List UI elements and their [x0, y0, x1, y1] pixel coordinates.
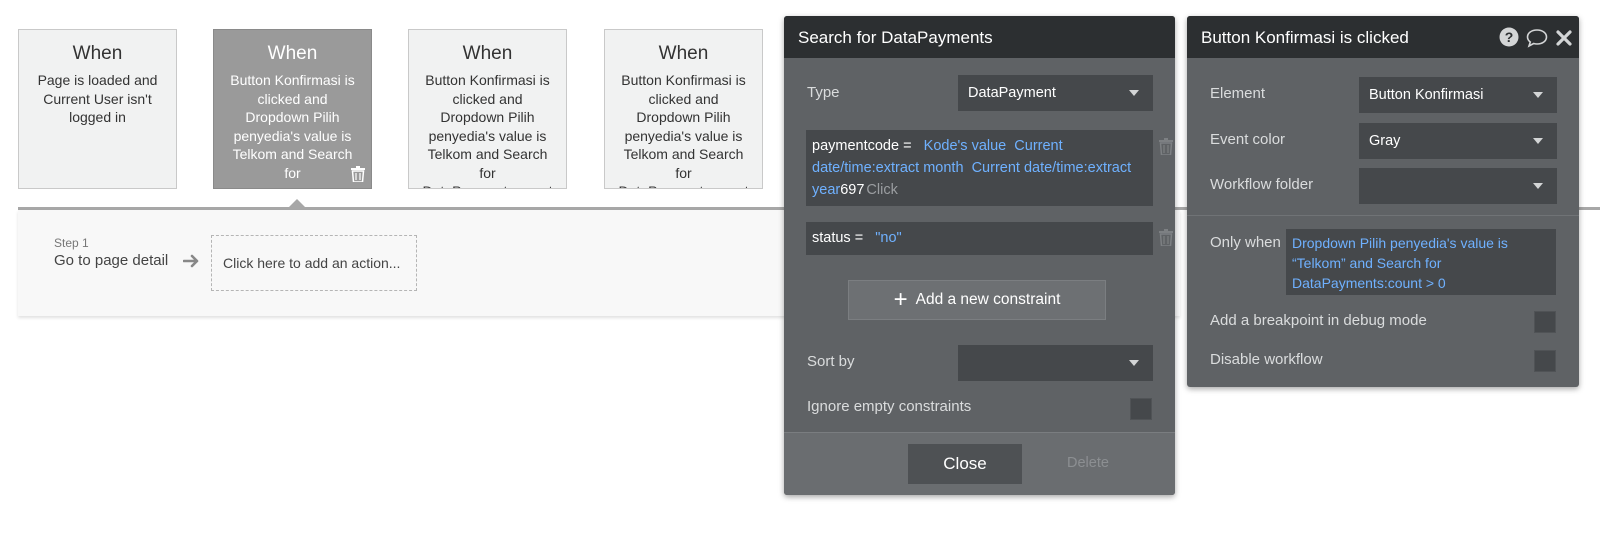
event-card-title: When: [658, 43, 709, 64]
sort-by-dropdown[interactable]: [958, 345, 1153, 381]
disable-workflow-checkbox[interactable]: [1534, 350, 1556, 372]
breakpoint-checkbox[interactable]: [1534, 311, 1556, 333]
event-card-page-loaded[interactable]: When Page is loaded and Current User isn…: [18, 29, 177, 189]
disable-workflow-label: Disable workflow: [1210, 351, 1323, 368]
help-icon[interactable]: ?: [1499, 27, 1519, 47]
event-card-description: Page is loaded and Current User isn't lo…: [37, 72, 158, 125]
panel-header-icons: ?: [1499, 16, 1579, 58]
only-when-expression[interactable]: Dropdown Pilih penyedia's value is “Telk…: [1292, 235, 1508, 291]
element-dropdown[interactable]: Button Konfirmasi: [1359, 77, 1557, 113]
constraint-expression-part[interactable]: Kode's value: [924, 138, 1007, 154]
arrow-right-icon: [183, 254, 199, 268]
element-dropdown-value: Button Konfirmasi: [1369, 87, 1484, 103]
add-action-button[interactable]: Click here to add an action...: [211, 235, 417, 291]
chevron-down-icon: [1129, 90, 1139, 96]
add-new-constraint-button[interactable]: + Add a new constraint: [848, 280, 1106, 320]
event-card-description: Button Konfirmasi is clicked and Dropdow…: [619, 72, 749, 188]
sort-by-label: Sort by: [807, 353, 855, 370]
chevron-down-icon: [1533, 92, 1543, 98]
constraint-key: paymentcode =: [812, 138, 912, 154]
constraint-status[interactable]: status = "no": [806, 222, 1153, 255]
close-icon[interactable]: [1556, 30, 1572, 46]
add-new-constraint-label: Add a new constraint: [915, 291, 1061, 308]
only-when-label: Only when: [1210, 234, 1281, 251]
element-label: Element: [1210, 85, 1266, 102]
step-number: Step 1: [54, 236, 89, 250]
ignore-empty-constraints-label: Ignore empty constraints: [807, 398, 972, 415]
breakpoint-label: Add a breakpoint in debug mode: [1210, 312, 1427, 329]
only-when-condition[interactable]: Dropdown Pilih penyedia's value is “Telk…: [1286, 229, 1556, 295]
chevron-down-icon: [1533, 138, 1543, 144]
plus-icon: +: [893, 286, 908, 313]
trash-icon[interactable]: [351, 166, 365, 182]
trash-icon[interactable]: [1159, 229, 1173, 246]
svg-text:?: ?: [1505, 29, 1514, 45]
close-button[interactable]: Close: [908, 444, 1022, 484]
workflow-folder-label: Workflow folder: [1210, 176, 1314, 193]
event-properties-panel: Button Konfirmasi is clicked ? Element B…: [1187, 16, 1579, 387]
event-color-value: Gray: [1369, 133, 1401, 149]
constraint-key: status =: [812, 230, 864, 246]
ignore-empty-constraints-checkbox[interactable]: [1130, 398, 1152, 420]
constraint-literal: 697: [840, 182, 865, 198]
chevron-down-icon: [1533, 183, 1543, 189]
type-label: Type: [807, 84, 840, 101]
workflow-editor: When Page is loaded and Current User isn…: [0, 0, 1600, 543]
event-card-description: Button Konfirmasi is clicked and Dropdow…: [423, 72, 553, 188]
event-card-title: When: [267, 43, 318, 64]
step-action-label[interactable]: Go to page detail: [54, 252, 168, 269]
event-color-label: Event color: [1210, 131, 1286, 148]
comment-icon[interactable]: [1526, 28, 1548, 48]
event-card-description: Button Konfirmasi is clicked and Dropdow…: [230, 72, 355, 181]
type-dropdown[interactable]: DataPayment: [958, 75, 1153, 111]
constraint-expression-part[interactable]: "no": [875, 230, 901, 246]
event-card-title: When: [72, 43, 123, 64]
trash-icon[interactable]: [1159, 138, 1173, 155]
event-card-button-clicked-search[interactable]: When Button Konfirmasi is clicked and Dr…: [213, 29, 372, 189]
event-card-count-zero[interactable]: When Button Konfirmasi is clicked and Dr…: [604, 29, 763, 189]
chevron-down-icon: [1129, 360, 1139, 366]
panel-divider: [1187, 215, 1579, 216]
event-color-dropdown[interactable]: Gray: [1359, 123, 1557, 159]
selected-card-pointer: [289, 199, 305, 207]
event-card-title: When: [462, 43, 513, 64]
constraint-click-hint[interactable]: Click: [866, 182, 897, 198]
type-dropdown-value: DataPayment: [968, 85, 1056, 101]
delete-button[interactable]: Delete: [1067, 455, 1109, 471]
workflow-folder-dropdown[interactable]: [1359, 168, 1557, 204]
search-panel-lower: Sort by Ignore empty constraints Close D…: [784, 326, 1175, 495]
search-panel-footer: Close Delete: [784, 432, 1175, 495]
constraint-paymentcode[interactable]: paymentcode = Kode's value Current date/…: [806, 130, 1153, 206]
event-card-count-greater-zero[interactable]: When Button Konfirmasi is clicked and Dr…: [408, 29, 567, 189]
search-panel-title: Search for DataPayments: [784, 16, 1175, 58]
